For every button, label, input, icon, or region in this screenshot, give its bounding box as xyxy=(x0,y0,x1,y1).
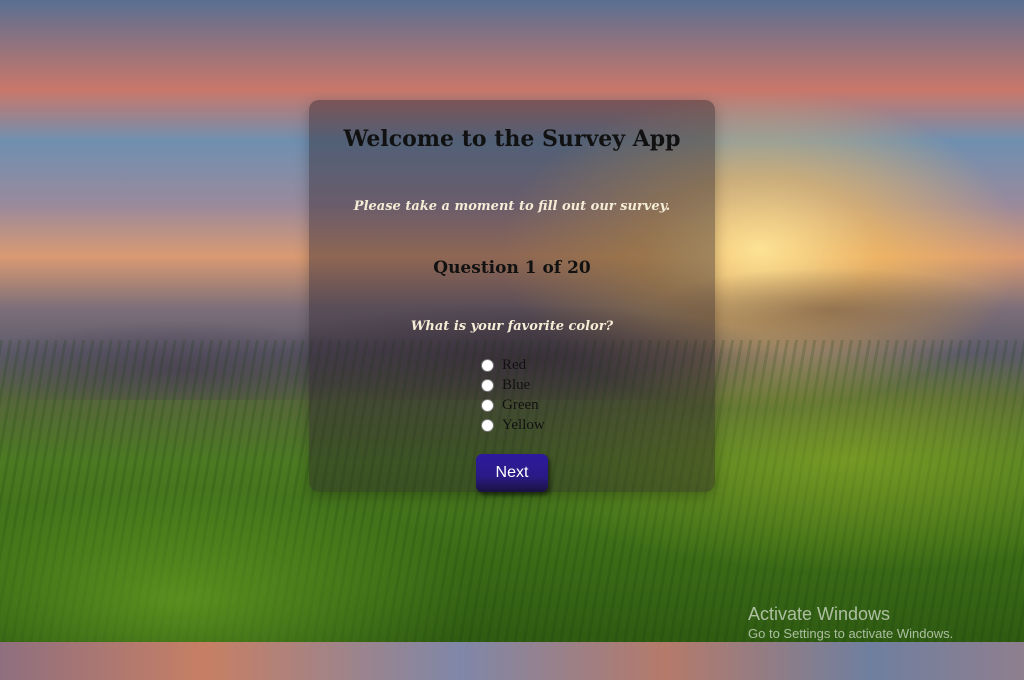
watermark-title: Activate Windows xyxy=(748,604,891,624)
option-yellow[interactable]: Yellow xyxy=(481,415,545,435)
option-red[interactable]: Red xyxy=(481,355,545,375)
background-repeat-strip xyxy=(0,642,1024,680)
radio-button[interactable] xyxy=(481,398,494,412)
option-label: Red xyxy=(502,356,527,373)
option-label: Blue xyxy=(502,376,531,393)
radio-button[interactable] xyxy=(481,358,494,372)
radio-button[interactable] xyxy=(481,418,494,432)
option-blue[interactable]: Blue xyxy=(481,375,545,395)
activate-windows-watermark: Activate Windows Go to Settings to activ… xyxy=(748,603,953,643)
answer-options: Red Blue Green Yellow xyxy=(481,355,545,435)
survey-title: Welcome to the Survey App xyxy=(343,126,681,152)
question-counter: Question 1 of 20 xyxy=(433,258,591,278)
survey-subtitle: Please take a moment to fill out our sur… xyxy=(353,199,671,214)
radio-button[interactable] xyxy=(481,378,494,392)
next-button[interactable]: Next xyxy=(476,454,548,492)
watermark-subtitle: Go to Settings to activate Windows. xyxy=(748,626,954,641)
option-label: Yellow xyxy=(502,416,545,433)
option-label: Green xyxy=(502,396,539,413)
option-green[interactable]: Green xyxy=(481,395,545,415)
question-text: What is your favorite color? xyxy=(410,319,614,334)
